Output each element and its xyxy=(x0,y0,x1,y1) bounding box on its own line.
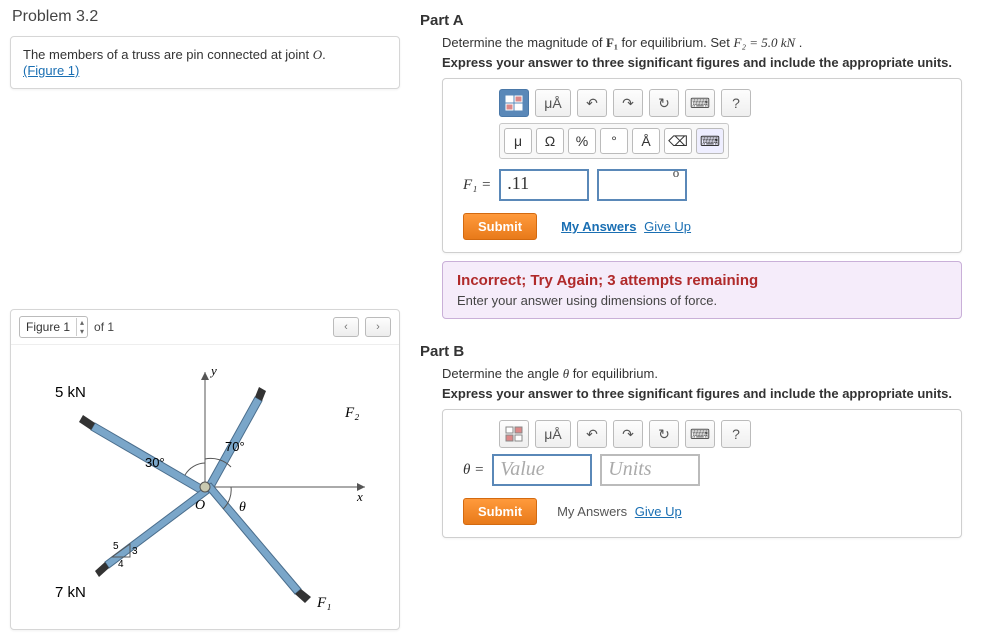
fig-tri-4: 4 xyxy=(118,559,124,570)
part-a-feedback: Incorrect; Try Again; 3 attempts remaini… xyxy=(442,261,962,319)
sym-degree[interactable]: ° xyxy=(600,128,628,154)
part-a-prompt-mid: for equilibrium. Set xyxy=(618,35,734,50)
part-b-prompt-pre: Determine the angle xyxy=(442,366,563,381)
part-a-prompt-var: F₁ xyxy=(606,35,618,50)
part-b-prompt-post: for equilibrium. xyxy=(569,366,658,381)
part-b-title: Part B xyxy=(420,343,989,360)
figure-link[interactable]: (Figure 1) xyxy=(23,63,79,78)
part-b-unit-input[interactable]: Units xyxy=(600,454,700,486)
problem-statement-pre: The members of a truss are pin connected… xyxy=(23,47,313,62)
sym-omega[interactable]: Ω xyxy=(536,128,564,154)
truss-diagram: 5 kN 7 kN F₁ F₂ 30° 70° θ O x y 5 3 4 xyxy=(35,357,375,617)
sym-backspace-icon[interactable]: ⌫ xyxy=(664,128,692,154)
part-a-give-up-link[interactable]: Give Up xyxy=(644,219,691,234)
part-b-give-up-link[interactable]: Give Up xyxy=(635,504,682,519)
fig-angle-30: 30° xyxy=(145,455,165,470)
templates-button-b[interactable] xyxy=(499,420,529,448)
keyboard-button-b[interactable]: ⌨ xyxy=(685,420,715,448)
part-a-answer-box: μÅ ↶ ↷ ↻ ⌨ ? μ Ω % ° Å ⌫ ⌨ F₁ = .11 o xyxy=(442,78,962,253)
part-a-my-answers-link[interactable]: My Answers xyxy=(561,219,636,234)
part-b-answer-box: μÅ ↶ ↷ ↻ ⌨ ? θ = Value Units Submit My A… xyxy=(442,409,962,538)
units-button-b[interactable]: μÅ xyxy=(535,420,571,448)
fig-tri-3: 3 xyxy=(132,546,138,557)
unit-superscript-o: o xyxy=(673,165,680,181)
fig-origin: O xyxy=(195,498,205,513)
problem-statement-var: O xyxy=(313,47,322,62)
figure-selector[interactable]: Figure 1 ▴ ▾ xyxy=(19,316,88,338)
part-a-eq-label: F₁ = xyxy=(463,177,491,194)
redo-button-b[interactable]: ↷ xyxy=(613,420,643,448)
part-a-value-input[interactable]: .11 xyxy=(499,169,589,201)
keyboard-button[interactable]: ⌨ xyxy=(685,89,715,117)
figure-panel: Figure 1 ▴ ▾ of 1 ‹ › xyxy=(10,309,400,630)
undo-button[interactable]: ↶ xyxy=(577,89,607,117)
figure-step-up-icon[interactable]: ▴ xyxy=(77,318,87,327)
part-b-prompt: Determine the angle θ for equilibrium. xyxy=(442,366,989,382)
fig-label-5kn: 5 kN xyxy=(55,384,86,401)
figure-next-button[interactable]: › xyxy=(365,317,391,337)
part-a-prompt: Determine the magnitude of F₁ for equili… xyxy=(442,35,989,51)
part-a-instruction: Express your answer to three significant… xyxy=(442,55,989,70)
part-a-submit-button[interactable]: Submit xyxy=(463,213,537,240)
part-b-eq-label: θ = xyxy=(463,462,484,479)
part-b-instruction: Express your answer to three significant… xyxy=(442,386,989,401)
figure-step-down-icon[interactable]: ▾ xyxy=(77,327,87,336)
part-b-toolbar: μÅ ↶ ↷ ↻ ⌨ ? xyxy=(499,420,949,448)
units-button[interactable]: μÅ xyxy=(535,89,571,117)
fig-label-f2: F₂ xyxy=(344,405,359,421)
part-b-submit-button[interactable]: Submit xyxy=(463,498,537,525)
feedback-title: Incorrect; Try Again; 3 attempts remaini… xyxy=(457,272,947,289)
redo-button[interactable]: ↷ xyxy=(613,89,643,117)
part-a-title: Part A xyxy=(420,12,989,29)
fig-yaxis: y xyxy=(209,363,217,378)
part-a-prompt-set: F₂ = 5.0 kN xyxy=(734,35,796,50)
reset-button[interactable]: ↻ xyxy=(649,89,679,117)
fig-angle-theta: θ xyxy=(239,500,246,515)
part-b-value-input[interactable]: Value xyxy=(492,454,592,486)
sym-angstrom[interactable]: Å xyxy=(632,128,660,154)
part-a-prompt-post: . xyxy=(795,35,802,50)
part-a-prompt-pre: Determine the magnitude of xyxy=(442,35,606,50)
undo-button-b[interactable]: ↶ xyxy=(577,420,607,448)
fig-angle-70: 70° xyxy=(225,439,245,454)
feedback-text: Enter your answer using dimensions of fo… xyxy=(457,293,947,308)
fig-xaxis: x xyxy=(356,489,363,504)
figure-selector-label: Figure 1 xyxy=(20,320,76,334)
part-a-unit-input[interactable]: o xyxy=(597,169,687,201)
help-button-b[interactable]: ? xyxy=(721,420,751,448)
figure-prev-button[interactable]: ‹ xyxy=(333,317,359,337)
sym-mu[interactable]: μ xyxy=(504,128,532,154)
problem-statement-post: . xyxy=(322,47,326,62)
fig-tri-5: 5 xyxy=(113,541,119,552)
fig-label-f1: F₁ xyxy=(316,595,331,611)
help-button[interactable]: ? xyxy=(721,89,751,117)
part-a-symbol-row: μ Ω % ° Å ⌫ ⌨ xyxy=(499,123,729,159)
templates-button[interactable] xyxy=(499,89,529,117)
reset-button-b[interactable]: ↻ xyxy=(649,420,679,448)
part-b-my-answers-text: My Answers xyxy=(557,504,627,519)
figure-of-text: of 1 xyxy=(94,320,114,334)
part-a-toolbar: μÅ ↶ ↷ ↻ ⌨ ? xyxy=(499,89,949,117)
sym-percent[interactable]: % xyxy=(568,128,596,154)
fig-label-7kn: 7 kN xyxy=(55,584,86,601)
problem-title: Problem 3.2 xyxy=(12,8,400,26)
sym-keyboard-icon[interactable]: ⌨ xyxy=(696,128,724,154)
problem-statement-box: The members of a truss are pin connected… xyxy=(10,36,400,89)
